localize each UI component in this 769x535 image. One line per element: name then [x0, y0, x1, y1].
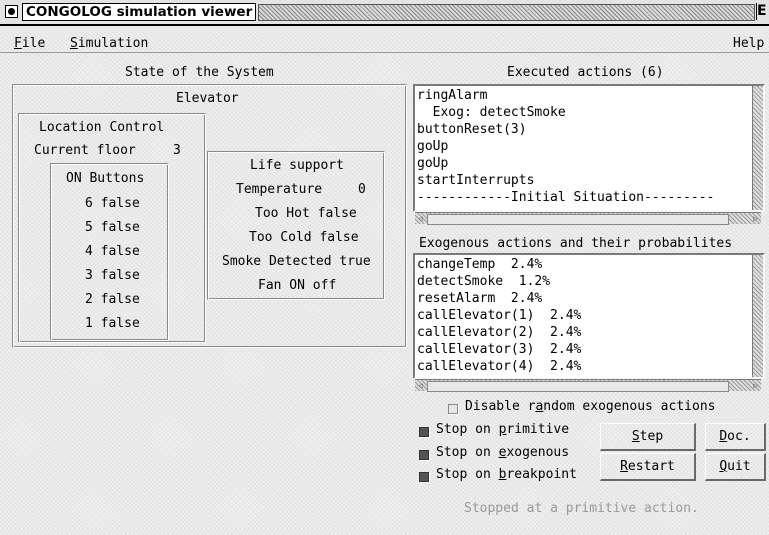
- scroll-thumb[interactable]: [427, 214, 729, 225]
- exogenous-heading: Exogenous actions and their probabilites: [419, 236, 733, 251]
- executed-actions-list[interactable]: ringAlarm Exog: detectSmoke buttonReset(…: [413, 84, 765, 212]
- stop-exogenous-text-b: xogenous: [506, 445, 570, 460]
- stop-primitive-label[interactable]: Stop on primitive: [436, 422, 569, 438]
- on-button-3: 3 false: [85, 268, 140, 283]
- list-item[interactable]: detectSmoke 1.2%: [417, 274, 550, 290]
- stop-primitive-text-a: Stop on: [436, 422, 499, 437]
- stop-breakpoint-checkbox[interactable]: [419, 472, 429, 482]
- step-mnemonic: S: [631, 429, 640, 444]
- status-message: Stopped at a primitive action.: [464, 501, 699, 516]
- on-buttons-title: ON Buttons: [66, 171, 145, 186]
- title-bar[interactable]: CONGOLOG simulation viewer E: [0, 0, 769, 26]
- smoke-detected-status: Smoke Detected true: [222, 254, 371, 269]
- menu-help[interactable]: Help: [733, 36, 764, 52]
- list-item[interactable]: goUp: [417, 139, 448, 155]
- window-menu-icon[interactable]: [5, 5, 18, 18]
- list-item[interactable]: callElevator(2) 2.4%: [417, 325, 581, 341]
- menu-file-mnemonic: F: [14, 36, 22, 51]
- exogenous-actions-list[interactable]: changeTemp 2.4% detectSmoke 1.2% resetAl…: [413, 253, 765, 379]
- disable-random-checkbox[interactable]: [448, 404, 458, 414]
- step-label: tep: [639, 429, 664, 444]
- disable-random-label[interactable]: Disable random exogenous actions: [465, 399, 715, 415]
- disable-random-text-a: Disable r: [465, 399, 536, 414]
- stop-exogenous-label[interactable]: Stop on exogenous: [436, 445, 569, 461]
- list-item[interactable]: callElevator(3) 2.4%: [417, 342, 581, 358]
- elevator-title: Elevator: [176, 91, 239, 106]
- quit-button[interactable]: Quit: [705, 453, 766, 481]
- executed-actions-heading: Executed actions (6): [507, 65, 664, 80]
- temperature-value: 0: [358, 182, 366, 197]
- stop-breakpoint-text-a: Stop on: [436, 467, 499, 482]
- on-button-1: 1 false: [85, 316, 140, 331]
- scroll-left-icon[interactable]: ◁: [416, 214, 425, 223]
- restart-label: estart: [627, 459, 675, 474]
- stop-exogenous-checkbox[interactable]: [419, 450, 429, 460]
- simulation-viewer-window: CONGOLOG simulation viewer E File Simula…: [0, 0, 769, 535]
- stop-breakpoint-label[interactable]: Stop on breakpoint: [436, 467, 577, 483]
- doc-label: oc.: [727, 429, 751, 444]
- location-control-title: Location Control: [39, 120, 165, 135]
- current-floor-value: 3: [173, 143, 181, 158]
- on-button-2: 2 false: [85, 292, 140, 307]
- stop-primitive-checkbox[interactable]: [419, 427, 429, 437]
- window-corner-button[interactable]: E: [756, 3, 769, 20]
- current-floor-label: Current floor: [34, 143, 136, 158]
- stop-exogenous-text-a: Stop on: [436, 445, 499, 460]
- step-button[interactable]: Step: [600, 423, 696, 451]
- list-item[interactable]: callElevator(1) 2.4%: [417, 308, 581, 324]
- menu-simulation[interactable]: Simulation: [70, 36, 148, 52]
- temperature-label: Temperature: [236, 182, 323, 197]
- stop-breakpoint-text-b: reakpoint: [506, 467, 577, 482]
- window-title: CONGOLOG simulation viewer: [22, 3, 257, 21]
- scroll-left-icon[interactable]: ◁: [416, 381, 425, 390]
- restart-mnemonic: R: [620, 459, 628, 474]
- stop-primitive-text-b: rimitive: [506, 422, 570, 437]
- list-item[interactable]: goUp: [417, 156, 448, 172]
- menu-simulation-mnemonic: S: [70, 36, 78, 51]
- list-item[interactable]: resetAlarm 2.4%: [417, 291, 542, 307]
- too-cold-status: Too Cold false: [249, 230, 359, 245]
- list-item[interactable]: ringAlarm: [417, 88, 487, 104]
- list-item[interactable]: startInterrupts: [417, 173, 534, 189]
- exogenous-horizontal-scrollbar[interactable]: ◁ ▷: [415, 379, 761, 392]
- on-button-5: 5 false: [85, 220, 140, 235]
- list-item[interactable]: callElevator(4) 2.4%: [417, 359, 581, 375]
- doc-button[interactable]: Doc.: [705, 423, 766, 451]
- state-heading: State of the System: [125, 65, 274, 80]
- disable-random-text-b: ndom exogenous actions: [543, 399, 716, 414]
- life-support-title: Life support: [250, 158, 344, 173]
- doc-mnemonic: D: [719, 429, 728, 444]
- quit-label: uit: [727, 459, 751, 474]
- executed-vertical-scrollbar[interactable]: [752, 86, 763, 210]
- exogenous-vertical-scrollbar[interactable]: [752, 255, 763, 377]
- on-button-4: 4 false: [85, 244, 140, 259]
- scroll-thumb[interactable]: [427, 381, 729, 392]
- list-item[interactable]: buttonReset(3): [417, 122, 527, 138]
- quit-mnemonic: Q: [719, 459, 728, 474]
- on-button-6: 6 false: [85, 196, 140, 211]
- list-item[interactable]: changeTemp 2.4%: [417, 257, 542, 273]
- menu-simulation-label: imulation: [77, 36, 149, 51]
- scroll-right-icon[interactable]: ▷: [751, 381, 760, 390]
- title-bar-fill: [258, 4, 755, 21]
- list-item[interactable]: Exog: detectSmoke: [417, 105, 566, 121]
- scroll-right-icon[interactable]: ▷: [751, 214, 760, 223]
- menu-file-label: ile: [21, 36, 46, 51]
- executed-horizontal-scrollbar[interactable]: ◁ ▷: [415, 212, 761, 225]
- menu-file[interactable]: File: [14, 36, 45, 52]
- restart-button[interactable]: Restart: [600, 453, 696, 481]
- too-hot-status: Too Hot false: [255, 206, 357, 221]
- list-item[interactable]: ------------Initial Situation---------: [417, 190, 714, 206]
- fan-on-status: Fan ON off: [258, 278, 337, 293]
